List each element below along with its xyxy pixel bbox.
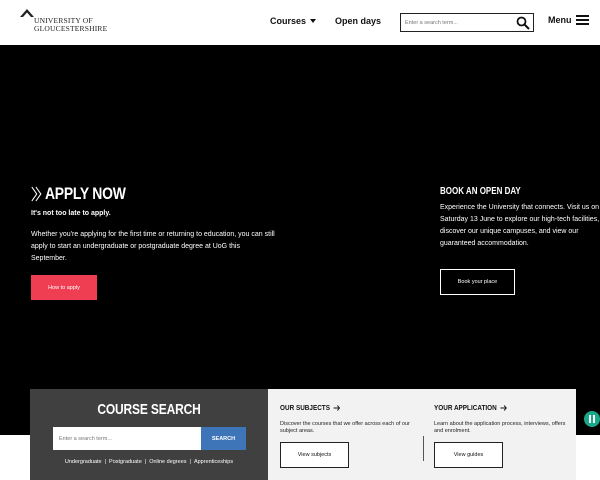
link-online-degrees[interactable]: Online degrees bbox=[149, 459, 186, 465]
application-title[interactable]: YOUR APPLICATION bbox=[434, 403, 507, 412]
link-postgraduate[interactable]: Postgraduate bbox=[109, 459, 142, 465]
open-day-title: BOOK AN OPEN DAY bbox=[440, 186, 521, 197]
subjects-title-text: OUR SUBJECTS bbox=[280, 403, 330, 412]
course-search-input[interactable] bbox=[53, 427, 201, 450]
apply-title: APPLY NOW bbox=[31, 184, 126, 204]
open-day-body: Experience the University that connects.… bbox=[440, 204, 600, 247]
application-title-text: YOUR APPLICATION bbox=[434, 403, 497, 412]
arrow-right-icon bbox=[333, 404, 340, 411]
pause-icon[interactable] bbox=[584, 411, 600, 427]
double-chevron-icon bbox=[31, 186, 42, 202]
apply-body: Whether you're applying for the first ti… bbox=[31, 231, 275, 262]
nav-courses-label: Courses bbox=[270, 16, 307, 26]
university-crest-icon bbox=[20, 9, 34, 17]
link-undergraduate[interactable]: Undergraduate bbox=[65, 459, 102, 465]
link-apprenticeships[interactable]: Apprenticeships bbox=[194, 459, 233, 465]
course-search-title: COURSE SEARCH bbox=[97, 401, 201, 418]
subjects-body: Discover the courses that we offer acros… bbox=[280, 421, 410, 434]
caret-down-icon bbox=[310, 19, 317, 23]
menu-button[interactable]: Menu bbox=[548, 15, 589, 25]
application-body: Learn about the application process, int… bbox=[434, 421, 566, 434]
subjects-section: OUR SUBJECTS Discover the courses that w… bbox=[268, 389, 420, 480]
site-header: UNIVERSITY OF GLOUCESTERSHIRE Courses Op… bbox=[0, 0, 600, 45]
header-search-input[interactable] bbox=[405, 16, 513, 29]
apply-subtitle: It's not too late to apply. bbox=[31, 210, 111, 217]
course-type-links: Undergraduate | Postgraduate | Online degree… bbox=[30, 459, 268, 465]
how-to-apply-button[interactable]: How to apply bbox=[31, 275, 97, 300]
nav-open-days[interactable]: Open days bbox=[335, 16, 381, 26]
course-search-panel: COURSE SEARCH SEARCH Undergraduate|Postg… bbox=[30, 389, 268, 480]
view-subjects-button[interactable]: View subjects bbox=[280, 442, 349, 468]
apply-title-text: APPLY NOW bbox=[44, 184, 126, 203]
arrow-right-icon bbox=[500, 404, 507, 411]
hamburger-icon bbox=[575, 15, 589, 25]
application-section: YOUR APPLICATION Learn about the applica… bbox=[422, 389, 576, 480]
separator: | bbox=[144, 459, 147, 465]
view-guides-button[interactable]: View guides bbox=[434, 442, 503, 468]
nav-courses[interactable]: Courses bbox=[270, 16, 317, 26]
course-search-button[interactable]: SEARCH bbox=[201, 427, 246, 450]
menu-label: Menu bbox=[548, 15, 572, 25]
header-search bbox=[400, 13, 534, 32]
book-your-place-button[interactable]: Book your place bbox=[440, 269, 515, 295]
logo-line-2: GLOUCESTERSHIRE bbox=[34, 24, 108, 33]
hero-banner: APPLY NOW It's not too late to apply. Wh… bbox=[0, 45, 600, 435]
logo-text: UNIVERSITY OF GLOUCESTERSHIRE bbox=[34, 17, 107, 33]
info-panel: OUR SUBJECTS Discover the courses that w… bbox=[268, 389, 576, 480]
separator: | bbox=[189, 459, 191, 465]
subjects-title[interactable]: OUR SUBJECTS bbox=[280, 403, 340, 412]
search-icon[interactable] bbox=[516, 16, 530, 30]
separator: | bbox=[104, 459, 107, 465]
university-logo[interactable]: UNIVERSITY OF GLOUCESTERSHIRE bbox=[20, 9, 130, 37]
